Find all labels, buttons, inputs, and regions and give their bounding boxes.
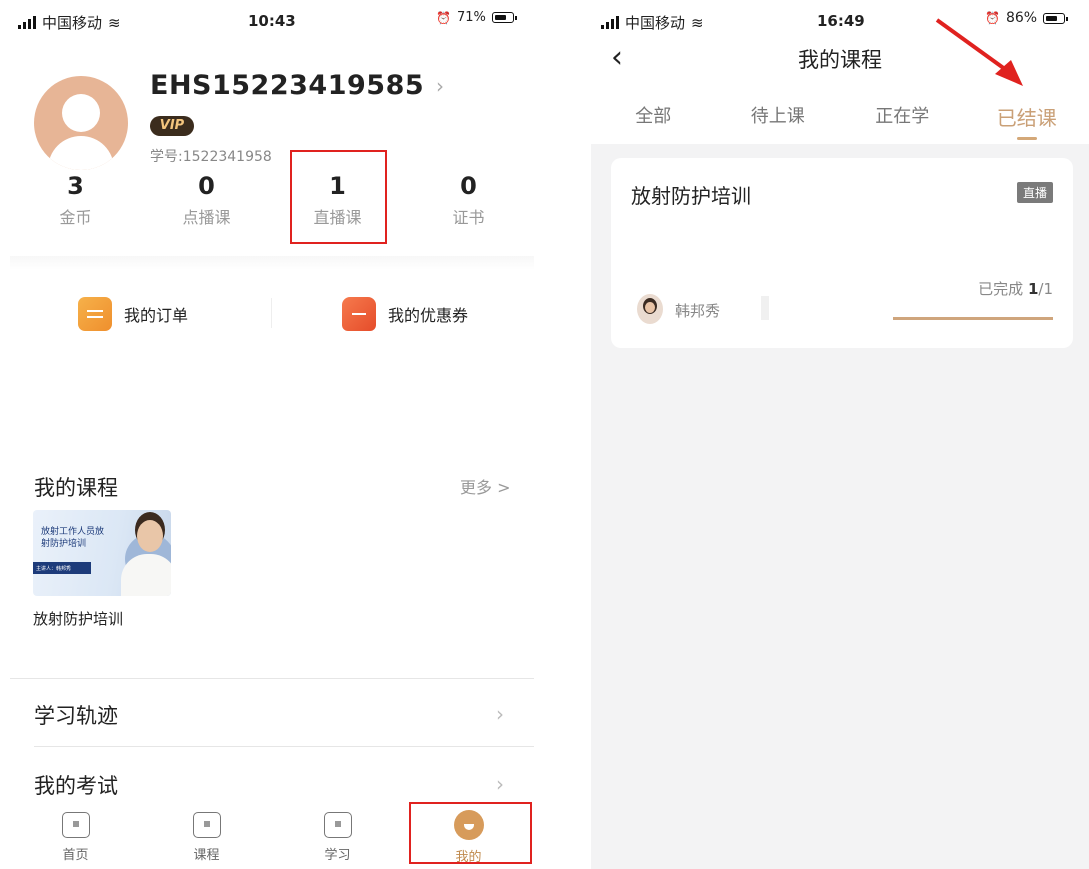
highlight-box-live <box>290 150 387 244</box>
carrier-label: 中国移动 <box>42 14 103 32</box>
play-icon <box>192 812 221 838</box>
tab-courses[interactable]: 课程 <box>141 806 272 866</box>
completion-total: /1 <box>1038 280 1053 298</box>
list-item-study-track[interactable]: 学习轨迹 <box>34 700 118 730</box>
divider <box>10 256 534 270</box>
progress-fill <box>893 317 1053 320</box>
right-screen: 中国移动 ≋ 16:49 ⏰ 86% ‹ 我的课程 全部 待上课 正在学 已结课… <box>591 0 1089 869</box>
coupons-label: 我的优惠券 <box>388 306 469 325</box>
student-id: 学号:1522341958 <box>150 149 272 165</box>
battery-percent: 71% <box>456 10 486 25</box>
tab-label: 首页 <box>62 848 89 863</box>
teacher-name: 韩邦秀 <box>675 302 721 320</box>
stat-value: 3 <box>67 172 84 200</box>
divider <box>271 298 272 328</box>
vip-badge: VIP <box>150 116 194 136</box>
status-time: 10:43 <box>248 12 296 30</box>
stat-label: 证书 <box>452 208 485 227</box>
home-icon <box>61 812 90 838</box>
my-orders-button[interactable]: 我的订单 <box>78 296 188 332</box>
signal-icon <box>18 16 36 29</box>
status-bar: 中国移动 ≋ 10:43 ⏰ 71% <box>0 0 545 40</box>
tab-home[interactable]: 首页 <box>10 806 141 866</box>
thumbnail-title: 放射工作人员放射防护培训 <box>41 527 105 549</box>
course-title: 放射防护培训 <box>631 184 751 208</box>
stat-label: 金币 <box>59 208 92 227</box>
progress-bar <box>893 317 1053 320</box>
avatar[interactable] <box>34 76 128 170</box>
chevron-right-icon[interactable]: › <box>436 74 444 98</box>
alarm-icon: ⏰ <box>436 10 451 25</box>
thumbnail-tag: 主讲人：韩邦秀 <box>33 562 91 574</box>
left-screen: 中国移动 ≋ 10:43 ⏰ 71% EHS15223419585 › VIP … <box>0 0 545 869</box>
stat-value: 0 <box>460 172 477 200</box>
battery-icon <box>491 12 517 23</box>
stat-coins[interactable]: 3 金币 <box>10 172 141 236</box>
order-icon <box>78 297 112 331</box>
divider <box>10 678 534 679</box>
carrier: 中国移动 ≋ <box>18 12 121 33</box>
tab-study[interactable]: 学习 <box>272 806 403 866</box>
tab-label: 课程 <box>193 848 220 863</box>
stat-value: 0 <box>198 172 215 200</box>
completion-value: 1 <box>1027 280 1039 298</box>
wifi-icon: ≋ <box>108 13 121 32</box>
red-arrow-annotation <box>935 18 1023 86</box>
completion-text: 已完成 1/1 <box>978 278 1053 299</box>
stat-label: 点播课 <box>182 208 231 227</box>
status-right: ⏰ 71% <box>436 10 517 25</box>
course-card[interactable]: 放射防护培训 直播 韩邦秀 已完成 1/1 <box>611 158 1073 348</box>
teacher-avatar <box>637 294 663 324</box>
course-thumbnail[interactable]: 放射工作人员放射防护培训 主讲人：韩邦秀 <box>33 510 171 596</box>
live-badge: 直播 <box>1016 182 1053 203</box>
tab-label: 学习 <box>324 848 351 863</box>
highlight-box-mine <box>409 802 532 864</box>
divider <box>34 746 534 747</box>
chevron-right-icon[interactable]: › <box>496 702 504 726</box>
section-title-courses: 我的课程 <box>34 476 118 500</box>
more-link[interactable]: 更多 > <box>460 474 511 498</box>
completion-label: 已完成 <box>978 280 1024 298</box>
stat-certificates[interactable]: 0 证书 <box>403 172 534 236</box>
username[interactable]: EHS15223419585 <box>150 70 424 101</box>
bookmark-icon <box>323 812 352 838</box>
divider <box>761 296 769 320</box>
coupon-icon <box>342 297 376 331</box>
chevron-right-icon[interactable]: › <box>496 772 504 796</box>
list-item-my-exams[interactable]: 我的考试 <box>34 770 118 800</box>
stat-vod-courses[interactable]: 0 点播课 <box>141 172 272 236</box>
orders-label: 我的订单 <box>124 306 189 325</box>
course-caption[interactable]: 放射防护培训 <box>33 608 123 629</box>
my-coupons-button[interactable]: 我的优惠券 <box>342 296 468 332</box>
stats-row: 3 金币 0 点播课 1 直播课 0 证书 <box>10 172 534 236</box>
thumbnail-tag-text: 主讲人：韩邦秀 <box>36 566 72 572</box>
teacher-photo <box>137 520 163 552</box>
